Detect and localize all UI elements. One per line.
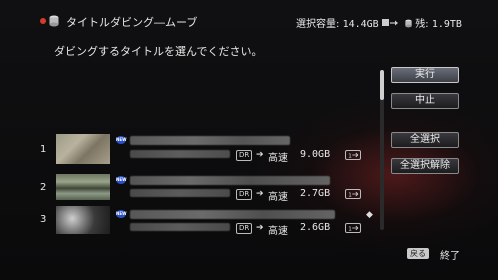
new-icon: NEW [116,176,127,184]
disk-icon [49,15,59,27]
new-icon: NEW [116,210,127,218]
single-dub-icon: 1 [345,189,361,199]
deselect-all-button[interactable]: 全選択解除 [391,158,459,174]
svg-text:1: 1 [348,153,352,159]
instruction-text: ダビングするタイトルを選んでください。 [54,45,263,58]
copy-arrow-icon [381,19,398,26]
capacity-label: 選択容量: [296,19,340,30]
speed-text: 高速 [268,192,288,203]
single-dub-icon: 1 [345,223,361,233]
remain-value: 1.9TB [431,19,462,30]
capacity-value: 14.4GB [342,19,379,30]
title-text-blurred [130,176,330,185]
svg-text:1: 1 [348,192,352,198]
size-text: 2.7GB [300,188,331,199]
capacity-info: 選択容量: 14.4GB 残: 1.9TB [296,15,462,30]
record-dot-icon [40,18,46,24]
thumbnail [56,174,110,200]
subtitle-text-blurred [130,189,230,197]
row-number: 1 [40,144,47,155]
thumbnail [56,206,110,234]
list-item[interactable]: 1 NEW DR ➔ 高速 9.0GB 1 [0,132,370,166]
end-label: 終了 [440,251,460,262]
speed-text: 高速 [268,226,288,237]
select-all-button[interactable]: 全選択 [391,132,459,148]
list-item[interactable]: 2 NEW DR ➔ 高速 2.7GB 1 [0,172,370,203]
execute-button[interactable]: 実行 [391,67,459,83]
single-dub-icon: 1 [345,150,361,160]
title-text-blurred [130,210,335,219]
arrow-right-icon: ➔ [256,223,264,233]
arrow-right-icon: ➔ [256,150,264,160]
new-icon: NEW [116,136,127,144]
row-number: 2 [40,182,47,193]
svg-text:1: 1 [348,226,352,232]
page-title: タイトルダビング―ムーブ [66,16,198,29]
speed-text: 高速 [268,153,288,164]
subtitle-text-blurred [130,223,230,231]
disk-icon [405,19,412,28]
subtitle-text-blurred [130,150,230,158]
scrollbar-thumb[interactable] [380,70,384,100]
mode-badge: DR [236,223,253,234]
row-number: 3 [40,214,47,225]
cancel-button[interactable]: 中止 [391,93,459,109]
back-key-badge[interactable]: 戻る [407,248,429,259]
list-item[interactable]: 3 NEW DR ➔ 高速 2.6GB 1 [0,204,370,238]
mode-badge: DR [236,150,253,161]
mode-badge: DR [236,189,253,200]
size-text: 2.6GB [300,222,331,233]
title-text-blurred [130,136,290,145]
remain-label: 残: [415,19,429,30]
thumbnail [56,134,110,164]
size-text: 9.0GB [300,149,331,160]
arrow-right-icon: ➔ [256,189,264,199]
